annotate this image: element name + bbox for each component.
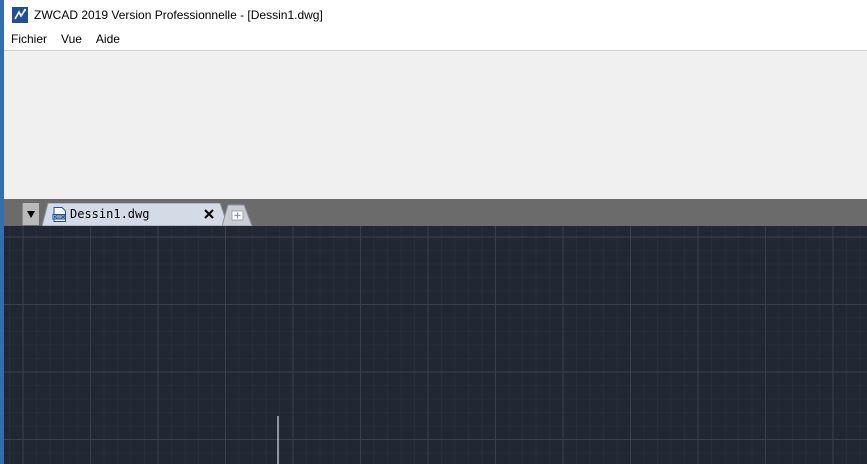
canvas-grid [4,226,867,464]
app-window: ZWCAD 2019 Version Professionnelle - [De… [0,0,867,464]
window-title: ZWCAD 2019 Version Professionnelle - [De… [34,7,323,22]
ribbon-area [4,51,867,199]
menu-bar: Fichier Vue Aide [4,29,867,51]
document-tab-bar: DWG Dessin1.dwg [4,199,867,227]
dwg-file-icon: DWG [52,207,67,222]
svg-text:DWG: DWG [53,215,65,221]
new-tab-button[interactable] [221,203,256,227]
zwcad-logo-icon [12,6,28,23]
menu-vue[interactable]: Vue [54,29,89,50]
tab-list-dropdown[interactable] [22,203,39,225]
title-bar[interactable]: ZWCAD 2019 Version Professionnelle - [De… [4,0,867,29]
menu-fichier[interactable]: Fichier [4,29,54,50]
tab-label: Dessin1.dwg [70,207,150,221]
tab-dessin1[interactable]: DWG Dessin1.dwg [42,203,228,226]
triangle-down-icon [27,210,35,218]
drawing-canvas[interactable] [4,226,867,464]
menu-aide[interactable]: Aide [89,29,127,50]
new-tab-plus-icon [221,204,253,227]
close-icon[interactable] [202,207,216,221]
